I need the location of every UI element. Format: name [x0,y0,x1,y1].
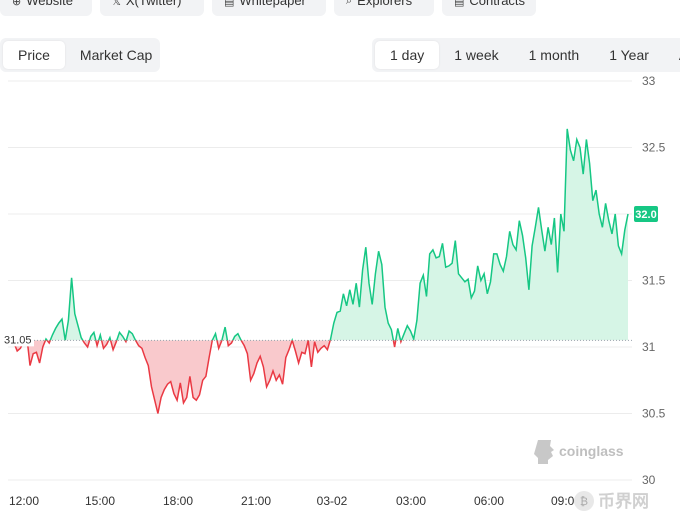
x-tick-label: 03-02 [317,494,348,508]
x-tick-label: 06:00 [474,494,504,508]
x-tick-label: 15:00 [85,494,115,508]
price-chart[interactable]: 3332.53231.53130.530 12:0015:0018:0021:0… [0,0,680,526]
baseline-value: 31.05 [4,334,32,346]
y-tick-label: 31.5 [642,274,666,288]
corner-logo: ₿ 币界网 [574,491,649,511]
area-fill-above-baseline [14,128,628,341]
coinglass-logo-icon [534,440,554,464]
svg-text:₿: ₿ [580,496,588,508]
baseline-label: 31.05 [0,332,34,347]
y-tick-label: 30.5 [642,407,666,421]
x-tick-label: 18:00 [163,494,193,508]
watermark: coinglass [534,440,624,464]
x-tick-label: 03:00 [396,494,426,508]
x-tick-label: 12:00 [9,494,39,508]
corner-logo-text: 币界网 [598,492,649,511]
y-tick-label: 30 [642,473,656,487]
x-tick-label: 21:00 [241,494,271,508]
current-price-value: 32.0 [635,209,656,221]
x-axis: 12:00 15:00 18:00 21:00 03-02 03:00 06:00 09:00 [9,494,581,508]
y-tick-label: 32.5 [642,141,666,155]
y-tick-label: 31 [642,340,656,354]
watermark-text: coinglass [559,443,624,459]
y-axis: 3332.53231.53130.530 [642,74,666,487]
current-price-badge: 32.0 [634,206,658,222]
y-tick-label: 33 [642,74,656,88]
